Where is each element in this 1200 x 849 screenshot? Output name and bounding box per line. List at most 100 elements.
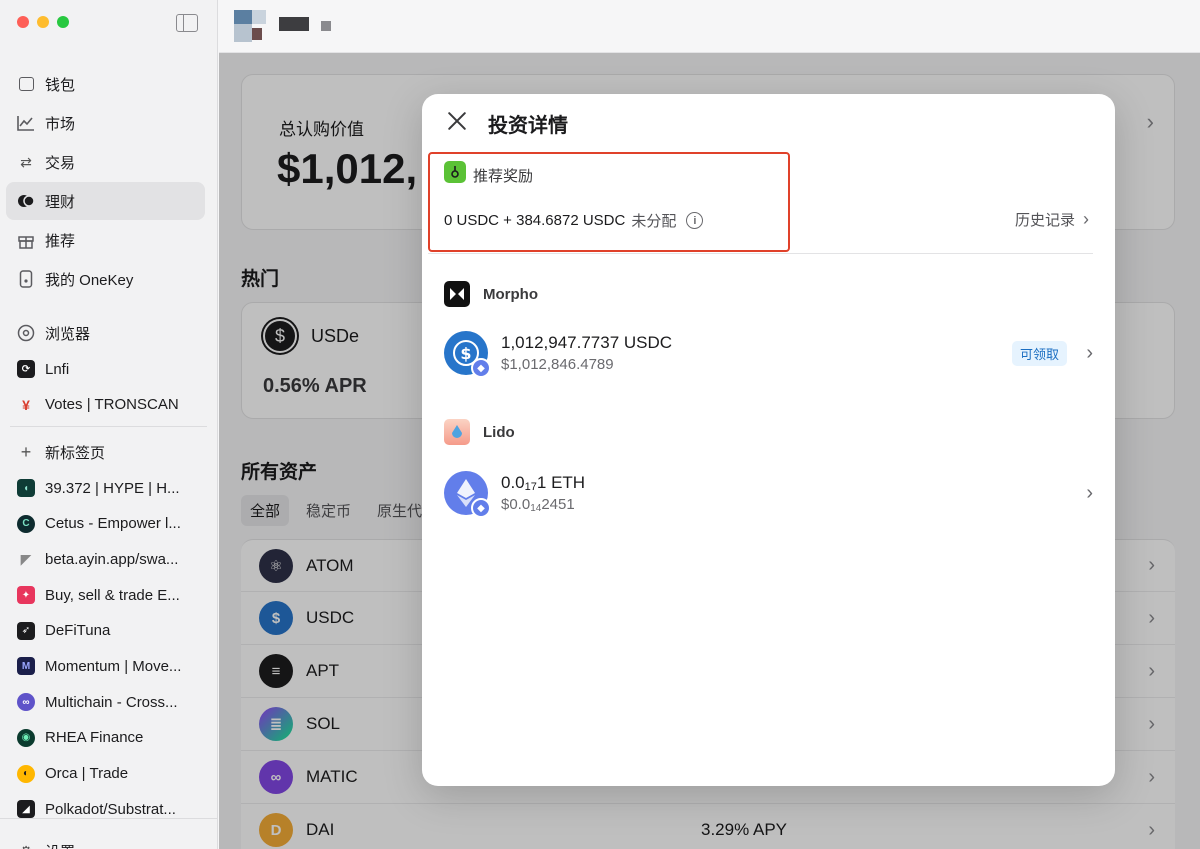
- tab-label: 39.372 | HYPE | H...: [45, 479, 180, 497]
- top-bar: [219, 0, 1200, 53]
- minimize-window-button[interactable]: [37, 16, 49, 28]
- tab-label: Orca | Trade: [45, 765, 129, 783]
- tab-label: Polkadot/Substrat...: [45, 800, 176, 818]
- amount-zero-count: 17: [524, 481, 537, 493]
- plus-icon: +: [20, 441, 32, 462]
- sidebar-item-label: Lnfi: [45, 360, 70, 378]
- amount-suffix: 1 ETH: [536, 473, 586, 492]
- device-icon: [17, 270, 35, 288]
- sidebar-item-my-onekey[interactable]: 我的 OneKey: [6, 260, 205, 298]
- history-link[interactable]: 历史记录 ›: [1015, 209, 1089, 230]
- position-amount: 1,012,947.7737 USDC: [501, 333, 673, 352]
- sidebar-tab-momentum[interactable]: M Momentum | Move...: [6, 649, 205, 684]
- sidebar-item-label: 我的 OneKey: [45, 271, 134, 289]
- tabs-nav: + 新标签页 ◖ 39.372 | HYPE | H... C Cetus - …: [6, 435, 205, 828]
- wallet-icon: [17, 75, 35, 93]
- claimable-badge[interactable]: 可领取: [1011, 340, 1067, 366]
- defituna-icon: ➶: [17, 621, 35, 640]
- section-divider: [428, 253, 1093, 254]
- dapp-nav: 浏览器 ⟳ Lnfi ¥ Votes | TRONSCAN: [6, 316, 205, 423]
- exchange-icon: ✦: [17, 586, 35, 605]
- sidebar-divider: [0, 818, 217, 819]
- swap-icon: ⇄: [20, 153, 32, 170]
- sidebar-item-referral[interactable]: 推荐: [6, 221, 205, 259]
- sidebar: 钱包 市场 ⇄ 交易 理财 推荐 我的 OneKey 浏览器 ⟳ Lnfi ¥ …: [0, 0, 218, 849]
- sidebar-item-wallet[interactable]: 钱包: [6, 65, 205, 103]
- referral-reward: 0 USDC + 384.6872 USDC 未分配 i: [444, 210, 704, 231]
- sidebar-item-tronscan[interactable]: ¥ Votes | TRONSCAN: [6, 387, 205, 422]
- ethereum-chain-icon: ◆: [471, 358, 491, 378]
- sidebar-tab-multichain[interactable]: ∞ Multichain - Cross...: [6, 685, 205, 720]
- hyperliquid-icon: ◖: [17, 479, 35, 498]
- sidebar-tab-orca[interactable]: ◐ Orca | Trade: [6, 756, 205, 791]
- tab-label: DeFiTuna: [45, 622, 111, 640]
- sidebar-tab-cetus[interactable]: C Cetus - Empower l...: [6, 506, 205, 541]
- multichain-icon: ∞: [17, 693, 35, 712]
- position-value: $1,012,846.4789: [501, 356, 614, 373]
- sidebar-item-label: Votes | TRONSCAN: [45, 396, 179, 414]
- sidebar-tab-defituna[interactable]: ➶ DeFiTuna: [6, 613, 205, 648]
- tab-label: Buy, sell & trade E...: [45, 586, 180, 604]
- ethereum-chain-icon: ◆: [471, 498, 491, 518]
- sidebar-item-market[interactable]: 市场: [6, 104, 205, 142]
- tab-label: Cetus - Empower l...: [45, 515, 181, 533]
- cetus-icon: C: [17, 514, 35, 533]
- amount-prefix: 0.0: [501, 473, 525, 492]
- gift-icon: [17, 231, 35, 249]
- value-prefix: $0.0: [501, 496, 531, 513]
- sidebar-divider: [10, 426, 207, 427]
- history-label: 历史记录: [1014, 212, 1075, 229]
- close-window-button[interactable]: [17, 16, 29, 28]
- protocol-name: Lido: [483, 424, 515, 441]
- sidebar-tab-ayin[interactable]: ◤ beta.ayin.app/swa...: [6, 542, 205, 577]
- lnfi-icon: ⟳: [17, 360, 35, 379]
- sidebar-item-earn[interactable]: 理财: [6, 182, 205, 220]
- tronscan-icon: ¥: [22, 396, 30, 413]
- earn-icon: [17, 192, 35, 210]
- tab-label: beta.ayin.app/swa...: [45, 550, 179, 568]
- referral-label: 推荐奖励: [473, 168, 534, 185]
- polkadot-icon: ◢: [17, 800, 35, 819]
- sidebar-item-settings[interactable]: ⚙ 设置: [6, 832, 75, 849]
- eth-icon: ◆: [444, 471, 491, 518]
- referral-status: 未分配: [631, 213, 677, 230]
- morpho-icon: [444, 281, 470, 307]
- usdc-icon: $ ◆: [444, 331, 491, 378]
- account-name-redacted: [279, 17, 309, 31]
- sidebar-tab-hype[interactable]: ◖ 39.372 | HYPE | H...: [6, 471, 205, 506]
- main-nav: 钱包 市场 ⇄ 交易 理财 推荐 我的 OneKey: [6, 65, 205, 299]
- chart-icon: [17, 114, 35, 132]
- chevron-right-icon: ›: [1086, 481, 1093, 504]
- sidebar-toggle-icon[interactable]: [176, 14, 198, 32]
- new-tab-button[interactable]: + 新标签页: [6, 435, 205, 470]
- sidebar-tab-polkadot[interactable]: ◢ Polkadot/Substrat...: [6, 792, 205, 827]
- account-dropdown-icon[interactable]: [321, 21, 331, 31]
- sidebar-item-browser[interactable]: 浏览器: [6, 316, 205, 351]
- gear-icon: ⚙: [17, 842, 35, 849]
- info-icon[interactable]: i: [686, 212, 704, 229]
- chevron-right-icon: ›: [1083, 209, 1089, 229]
- close-icon[interactable]: [446, 110, 468, 132]
- tab-label: Multichain - Cross...: [45, 693, 178, 711]
- position-row-lido[interactable]: ◆ 0.0171 ETH $0.0142451 ›: [444, 468, 1093, 518]
- protocol-name: Morpho: [483, 286, 538, 303]
- sidebar-item-label: 交易: [45, 154, 76, 172]
- rhea-icon: ◉: [17, 728, 35, 747]
- compass-icon: [17, 324, 35, 342]
- orca-icon: ◐: [17, 764, 35, 783]
- position-amount: 0.0171 ETH: [501, 473, 585, 493]
- tab-label: Momentum | Move...: [45, 657, 182, 675]
- maximize-window-button[interactable]: [57, 16, 69, 28]
- sidebar-item-label: 理财: [45, 193, 76, 211]
- account-avatar[interactable]: [234, 10, 266, 42]
- sidebar-item-swap[interactable]: ⇄ 交易: [6, 143, 205, 181]
- value-suffix: 2451: [541, 496, 575, 513]
- position-row-morpho[interactable]: $ ◆ 1,012,947.7737 USDC $1,012,846.4789 …: [444, 328, 1093, 378]
- sidebar-item-lnfi[interactable]: ⟳ Lnfi: [6, 352, 205, 387]
- referral-icon: [444, 161, 466, 183]
- svg-text:$: $: [460, 344, 471, 363]
- ayin-icon: ◤: [20, 550, 32, 567]
- new-tab-label: 新标签页: [45, 444, 106, 462]
- sidebar-tab-buy-sell[interactable]: ✦ Buy, sell & trade E...: [6, 578, 205, 613]
- sidebar-tab-rhea[interactable]: ◉ RHEA Finance: [6, 721, 205, 756]
